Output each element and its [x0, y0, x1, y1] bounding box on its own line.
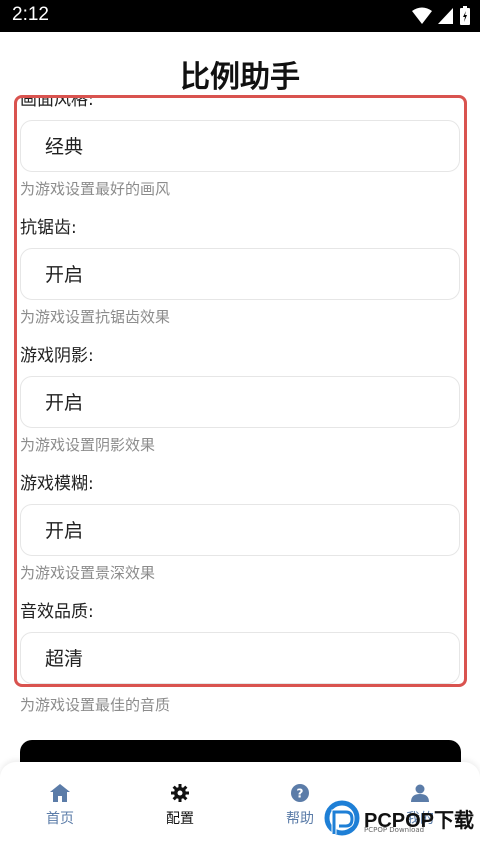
tab-label: 帮助 — [286, 811, 314, 827]
setting-label: 音效品质: — [20, 602, 94, 622]
signal-icon — [438, 7, 453, 24]
shadows-select[interactable]: 开启 — [20, 376, 460, 428]
page-title: 比例助手 — [180, 60, 300, 95]
setting-audio-quality: 音效品质: 超清 — [20, 600, 460, 684]
watermark-sub: PCPOP Download — [364, 826, 425, 834]
svg-text:?: ? — [297, 787, 304, 801]
tab-label: 首页 — [46, 811, 74, 827]
setting-label: 画面风格: — [20, 96, 94, 110]
setting-label: 游戏模糊: — [20, 474, 94, 494]
setting-hint: 为游戏设置景深效果 — [20, 564, 156, 582]
tab-label: 配置 — [166, 811, 194, 827]
blur-select[interactable]: 开启 — [20, 504, 460, 556]
battery-icon — [460, 6, 470, 25]
tab-config[interactable]: 配置 — [120, 762, 240, 853]
setting-blur: 游戏模糊: 开启 为游戏设置景深效果 — [20, 472, 460, 584]
setting-label: 抗锯齿: — [20, 218, 77, 238]
audio-quality-select[interactable]: 超清 — [20, 632, 460, 684]
help-icon: ? — [291, 784, 309, 802]
home-icon — [50, 784, 70, 802]
gear-icon — [171, 784, 189, 802]
tab-home[interactable]: 首页 — [0, 762, 120, 853]
status-icons — [412, 6, 470, 25]
watermark: PCPOP下载 PCPOP Download — [324, 800, 474, 836]
antialiasing-select[interactable]: 开启 — [20, 248, 460, 300]
setting-hint: 为游戏设置抗锯齿效果 — [20, 308, 171, 326]
wifi-icon — [412, 7, 432, 24]
setting-label: 游戏阴影: — [20, 346, 94, 366]
setting-antialiasing: 抗锯齿: 开启 为游戏设置抗锯齿效果 — [20, 216, 460, 328]
pcpop-logo-icon — [324, 800, 360, 836]
status-time: 2:12 — [12, 4, 49, 25]
setting-graphics-style: 画面风格: 经典 为游戏设置最好的画风 — [20, 96, 460, 200]
graphics-style-select[interactable]: 经典 — [20, 120, 460, 172]
status-bar: 2:12 — [0, 0, 480, 32]
setting-shadows: 游戏阴影: 开启 为游戏设置阴影效果 — [20, 344, 460, 456]
setting-hint: 为游戏设置阴影效果 — [20, 436, 156, 454]
setting-hint: 为游戏设置最佳的音质 — [20, 696, 171, 714]
settings-list[interactable]: 画面风格: 经典 为游戏设置最好的画风 抗锯齿: 开启 为游戏设置抗锯齿效果 游… — [0, 96, 480, 688]
setting-hint: 为游戏设置最好的画风 — [20, 180, 171, 198]
